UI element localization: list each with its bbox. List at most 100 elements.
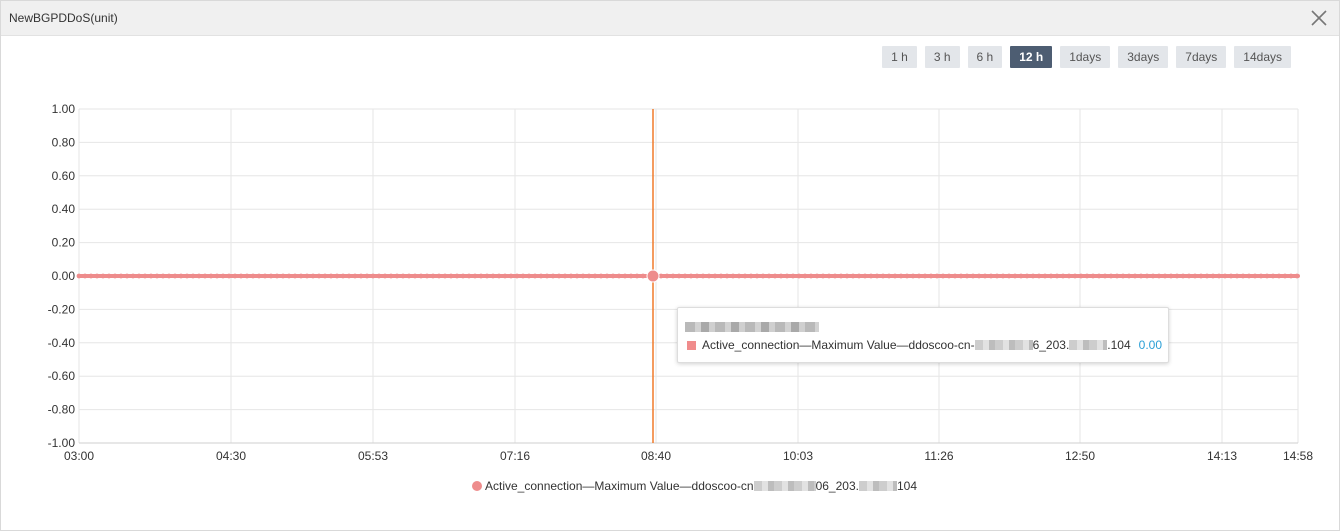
series-point bbox=[820, 273, 826, 279]
series-point bbox=[784, 273, 790, 279]
series-point bbox=[394, 273, 400, 279]
series-point bbox=[208, 273, 214, 279]
series-point bbox=[202, 273, 208, 279]
series-point bbox=[1054, 273, 1060, 279]
series-point bbox=[694, 273, 700, 279]
series-point bbox=[832, 273, 838, 279]
series-point bbox=[244, 273, 250, 279]
series-point bbox=[838, 273, 844, 279]
series-point bbox=[982, 273, 988, 279]
series-point bbox=[454, 273, 460, 279]
series-point bbox=[508, 273, 514, 279]
series-point bbox=[388, 273, 394, 279]
series-point bbox=[382, 273, 388, 279]
series-point bbox=[706, 273, 712, 279]
series-point bbox=[886, 273, 892, 279]
series-point bbox=[1048, 273, 1054, 279]
series-point bbox=[1276, 273, 1282, 279]
series-point bbox=[232, 273, 238, 279]
series-point bbox=[238, 273, 244, 279]
series-point bbox=[850, 273, 856, 279]
series-point bbox=[142, 273, 148, 279]
series-point bbox=[430, 273, 436, 279]
series-point bbox=[1018, 273, 1024, 279]
series-point bbox=[172, 273, 178, 279]
series-point bbox=[526, 273, 532, 279]
y-tick-label: 0.80 bbox=[52, 135, 76, 149]
series-point bbox=[1288, 273, 1294, 279]
series-point bbox=[928, 273, 934, 279]
series-point bbox=[1234, 273, 1240, 279]
series-point bbox=[1252, 273, 1258, 279]
series-point bbox=[250, 273, 256, 279]
series-point bbox=[562, 273, 568, 279]
chart-legend-item[interactable]: Active_connection—Maximum Value—ddoscoo-… bbox=[472, 479, 917, 493]
series-point bbox=[334, 273, 340, 279]
series-point bbox=[1024, 273, 1030, 279]
series-point bbox=[910, 273, 916, 279]
series-point bbox=[352, 273, 358, 279]
series-point bbox=[274, 273, 280, 279]
series-point bbox=[952, 273, 958, 279]
series-point bbox=[436, 273, 442, 279]
series-point bbox=[1222, 273, 1228, 279]
series-point bbox=[940, 273, 946, 279]
series-point bbox=[964, 273, 970, 279]
x-tick-label: 12:50 bbox=[1065, 449, 1095, 463]
series-point bbox=[592, 273, 598, 279]
line-chart[interactable]: 1.00 0.80 0.60 0.40 0.20 0.00 -0.20 -0.40 -0.60 -… bbox=[1, 1, 1339, 471]
series-point bbox=[124, 273, 130, 279]
chart-dialog: NewBGPDDoS(unit) 1 h 3 h 6 h 12 h 1days … bbox=[0, 0, 1340, 531]
series-point bbox=[412, 273, 418, 279]
series-point bbox=[664, 273, 670, 279]
series-point bbox=[406, 273, 412, 279]
series-point bbox=[814, 273, 820, 279]
series-point bbox=[682, 273, 688, 279]
series-point bbox=[190, 273, 196, 279]
series-point bbox=[118, 273, 124, 279]
series-point bbox=[1006, 273, 1012, 279]
series-point bbox=[718, 273, 724, 279]
series-point bbox=[922, 273, 928, 279]
series-point bbox=[316, 273, 322, 279]
series-point bbox=[196, 273, 202, 279]
series-point bbox=[604, 273, 610, 279]
tooltip-series-label: Active_connection—Maximum Value—ddoscoo-… bbox=[702, 338, 1131, 352]
legend-series-dot bbox=[472, 481, 482, 491]
series-point bbox=[1114, 273, 1120, 279]
series-point bbox=[1216, 273, 1222, 279]
series-point bbox=[1030, 273, 1036, 279]
series-point bbox=[778, 273, 784, 279]
series-point bbox=[802, 273, 808, 279]
series-point bbox=[268, 273, 274, 279]
series-point bbox=[1126, 273, 1132, 279]
y-tick-label: -0.60 bbox=[48, 369, 76, 383]
series-point bbox=[76, 273, 82, 279]
series-point bbox=[328, 273, 334, 279]
series-point bbox=[862, 273, 868, 279]
series-point bbox=[376, 273, 382, 279]
series-point bbox=[178, 273, 184, 279]
series-point bbox=[472, 273, 478, 279]
series-point bbox=[370, 273, 376, 279]
y-tick-label: -0.40 bbox=[48, 336, 76, 350]
series-point bbox=[520, 273, 526, 279]
series-point bbox=[736, 273, 742, 279]
series-point bbox=[742, 273, 748, 279]
x-tick-label: 03:00 bbox=[64, 449, 94, 463]
y-tick-label: -0.80 bbox=[48, 403, 76, 417]
series-point bbox=[448, 273, 454, 279]
series-point bbox=[1204, 273, 1210, 279]
tooltip-row: Active_connection—Maximum Value—ddoscoo-… bbox=[687, 338, 1162, 352]
series-point bbox=[934, 273, 940, 279]
series-point bbox=[1108, 273, 1114, 279]
series-point bbox=[400, 273, 406, 279]
series-point bbox=[946, 273, 952, 279]
series-point bbox=[1294, 273, 1300, 279]
series-point bbox=[1096, 273, 1102, 279]
series-point bbox=[166, 273, 172, 279]
series-point bbox=[1042, 273, 1048, 279]
y-tick-label: 0.20 bbox=[52, 236, 76, 250]
series-point bbox=[280, 273, 286, 279]
y-tick-label: 0.00 bbox=[52, 269, 76, 283]
